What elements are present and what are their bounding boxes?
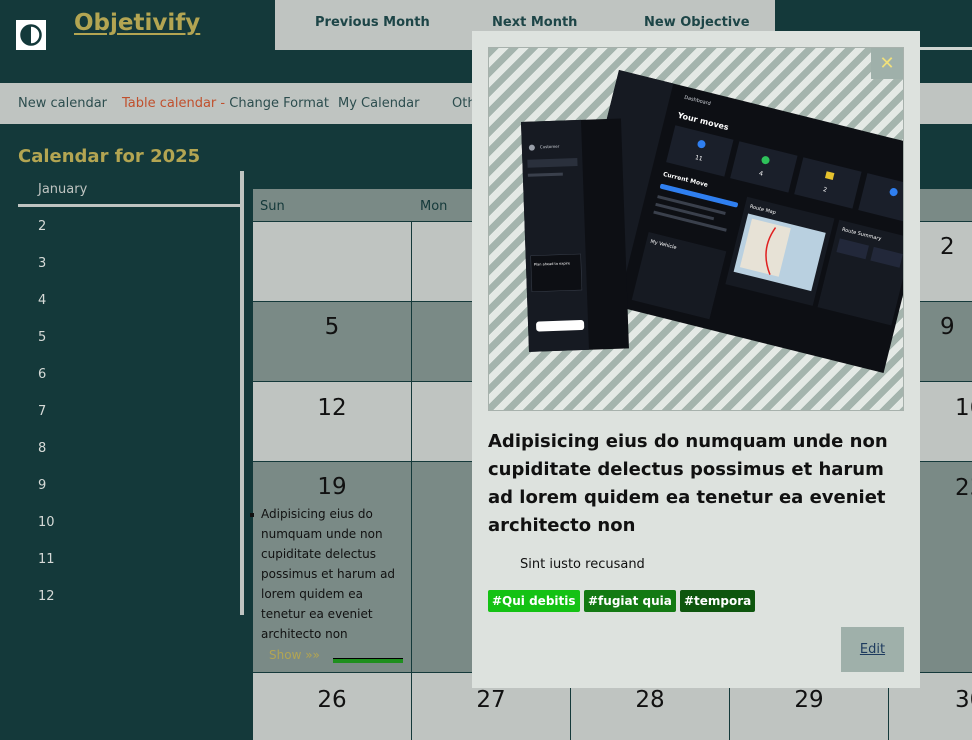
calendar-day-cell[interactable]: 19 Adipisicing eius do numquam unde non … (250, 462, 411, 672)
subnav-separator: - (220, 96, 226, 111)
calendar-day-cell[interactable]: 2 (920, 222, 972, 301)
objective-title: Adipisicing eius do numquam unde non cup… (488, 431, 888, 536)
month-underline (18, 204, 240, 207)
edit-button[interactable]: Edit (841, 627, 904, 672)
event-progress-bar (333, 658, 403, 663)
calendar-day-cell[interactable]: 26 (253, 673, 411, 740)
sidebar-scrollbar[interactable] (240, 171, 244, 615)
day-number: 30 (955, 687, 972, 713)
month-item[interactable]: 2 (38, 219, 46, 234)
event-bullet (250, 513, 254, 517)
tag-badge[interactable]: #Qui debitis (488, 590, 580, 612)
calendar-day-cell[interactable]: 16 (920, 382, 972, 461)
calendar-day-cell[interactable]: 23 (920, 462, 972, 672)
calendar-year-heading: Calendar for 2025 (18, 146, 201, 167)
day-number: 12 (317, 395, 347, 421)
objective-description: Sint iusto recusand (520, 557, 645, 572)
month-item-january[interactable]: January (38, 182, 87, 197)
calendar-event[interactable]: Adipisicing eius do numquam unde non cup… (250, 504, 401, 644)
calendar-day-cell[interactable]: 9 (920, 302, 972, 381)
logo-icon (20, 24, 42, 46)
day-number: 16 (955, 395, 972, 421)
my-calendar-link[interactable]: My Calendar (338, 96, 420, 111)
day-number: 9 (940, 314, 955, 340)
month-item[interactable]: 5 (38, 330, 46, 345)
app-logo[interactable] (16, 20, 46, 50)
month-item[interactable]: 8 (38, 441, 46, 456)
event-text: Adipisicing eius do numquam unde non cup… (261, 507, 396, 641)
tag-badge[interactable]: #tempora (680, 590, 756, 612)
day-number: 23 (955, 475, 972, 501)
month-item[interactable]: 10 (38, 515, 55, 530)
new-calendar-link[interactable]: New calendar (18, 96, 107, 111)
month-item[interactable]: 4 (38, 293, 46, 308)
day-number: 27 (476, 687, 506, 713)
objective-image: Dashboard Your moves 11 4 2 Current Move (488, 47, 904, 411)
month-item[interactable]: 11 (38, 552, 55, 567)
day-number: 29 (794, 687, 824, 713)
weekday-mon: Mon (420, 199, 448, 214)
day-number: 2 (940, 234, 955, 260)
month-item[interactable]: 12 (38, 589, 55, 604)
objective-detail-modal: Dashboard Your moves 11 4 2 Current Move (472, 31, 920, 688)
month-item[interactable]: 3 (38, 256, 46, 271)
month-item[interactable]: 6 (38, 367, 46, 382)
calendar-day-cell[interactable]: 12 (253, 382, 411, 461)
dashboard-screenshot-image: Dashboard Your moves 11 4 2 Current Move (521, 69, 903, 374)
change-format-label: Change Format (229, 96, 329, 111)
day-number: 28 (635, 687, 665, 713)
weekday-sun: Sun (260, 199, 285, 214)
new-objective-button[interactable]: New Objective (644, 15, 750, 30)
day-number: 19 (317, 474, 347, 500)
month-item[interactable]: 9 (38, 478, 46, 493)
tag-badge[interactable]: #fugiat quia (584, 590, 676, 612)
next-month-button[interactable]: Next Month (492, 15, 577, 30)
calendar-day-cell[interactable]: 5 (253, 302, 411, 381)
svg-text:Customer: Customer (540, 144, 560, 150)
close-icon[interactable]: ✕ (871, 48, 903, 79)
table-calendar-label: Table calendar (122, 96, 217, 111)
table-calendar-link[interactable]: Table calendar - Change Format (122, 96, 329, 111)
month-item[interactable]: 7 (38, 404, 46, 419)
day-number: 5 (324, 314, 340, 340)
previous-month-button[interactable]: Previous Month (315, 15, 430, 30)
day-number: 26 (317, 687, 347, 713)
calendar-day-cell[interactable] (253, 222, 411, 301)
show-event-link[interactable]: Show »» (269, 648, 320, 662)
app-title-link[interactable]: Objetivify (74, 10, 200, 36)
